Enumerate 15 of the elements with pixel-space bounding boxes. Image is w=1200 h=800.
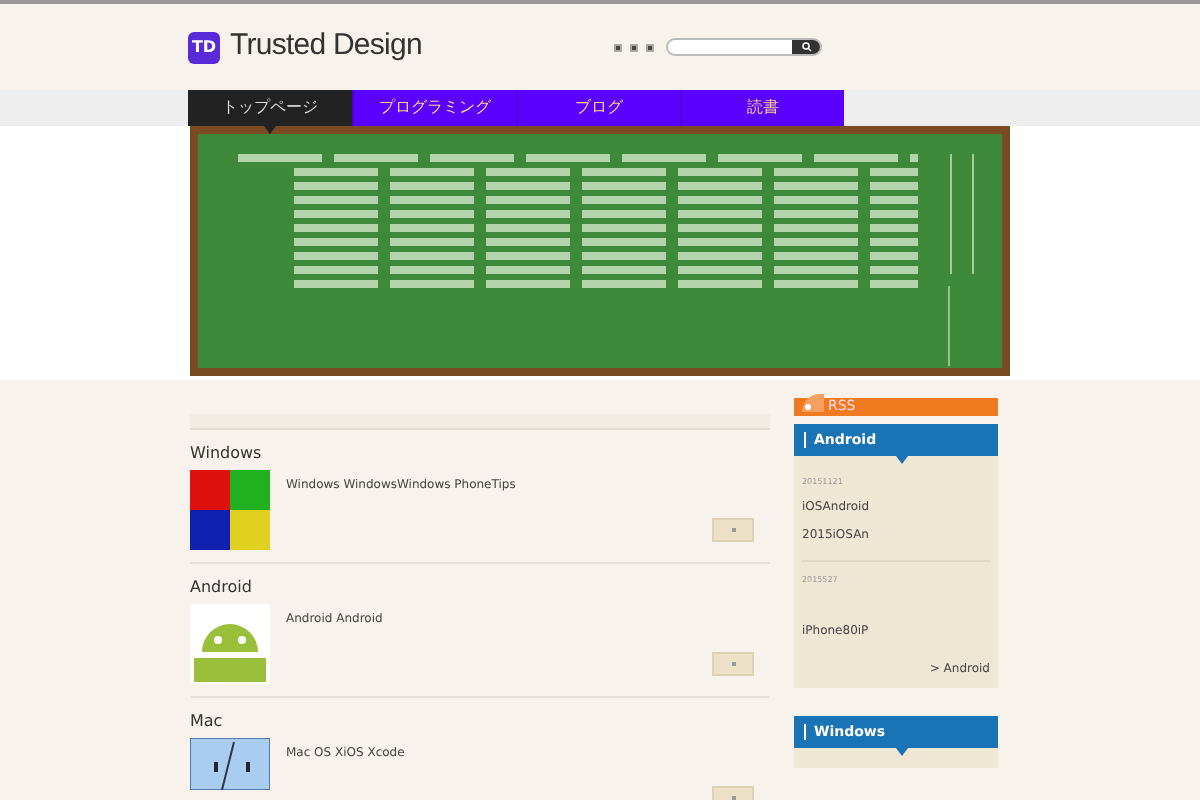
category-heading: Android	[190, 576, 254, 600]
logo-mark[interactable]: TD	[188, 31, 220, 63]
nav-tab[interactable]: ブログ	[516, 90, 680, 126]
nav-tab[interactable]: 読書	[680, 90, 844, 126]
category-heading: Windows	[190, 442, 264, 466]
search-icon	[801, 42, 811, 52]
search-field[interactable]	[666, 38, 822, 56]
rss-icon	[798, 390, 826, 414]
robot-image	[190, 604, 270, 684]
search-button[interactable]	[792, 40, 820, 54]
window-tiles-image	[190, 470, 270, 550]
category-heading: Mac	[190, 710, 225, 734]
face-logo-image	[190, 738, 270, 790]
nav-tab[interactable]: プログラミング	[352, 90, 516, 126]
site-title[interactable]: Trusted Design	[230, 24, 422, 70]
